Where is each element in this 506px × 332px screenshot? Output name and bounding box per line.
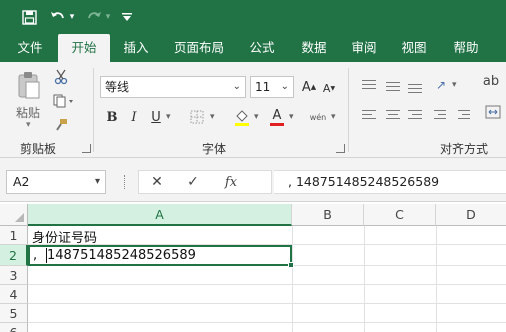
font-launcher-icon[interactable] [336, 144, 345, 153]
tab-insert[interactable]: 插入 [114, 34, 158, 62]
column-header-c[interactable]: C [364, 204, 436, 226]
customize-icon[interactable] [118, 6, 136, 28]
phonetic-guide-button[interactable]: wén [306, 106, 330, 128]
row-header-1[interactable]: 1 [0, 226, 28, 245]
paste-label[interactable]: 粘贴 [16, 104, 40, 121]
fill-color-icon[interactable] [232, 106, 252, 128]
paste-dropdown-icon[interactable]: ▾ [26, 120, 31, 130]
borders-dropdown-icon[interactable]: ▾ [210, 112, 215, 122]
bold-button[interactable]: B [104, 108, 120, 126]
clipboard-group-label: 剪贴板 [20, 142, 57, 156]
row-header-4[interactable]: 4 [0, 285, 28, 304]
column-header-a[interactable]: A [28, 204, 292, 226]
tab-page-layout[interactable]: 页面布局 [166, 34, 232, 62]
gridline [292, 226, 293, 332]
gridline [28, 303, 506, 304]
title-bar: ▾ ▾ [0, 0, 506, 34]
gridline [28, 322, 506, 323]
borders-icon[interactable] [188, 108, 206, 126]
redo-icon [84, 6, 104, 28]
fill-handle[interactable] [288, 262, 294, 268]
undo-dropdown-icon[interactable]: ▾ [67, 6, 77, 28]
gridline [364, 226, 365, 332]
orientation-dropdown-icon[interactable]: ▾ [452, 80, 457, 90]
save-icon[interactable] [18, 6, 40, 28]
group-divider [348, 68, 349, 152]
tab-file[interactable]: 文件 [8, 34, 52, 62]
font-color-button[interactable]: A [268, 106, 286, 128]
formula-input[interactable]: , 148751485248526589 [274, 170, 506, 194]
paste-icon[interactable] [14, 68, 44, 102]
orientation-icon[interactable]: ↗ [432, 76, 450, 94]
fill-color-dropdown-icon[interactable]: ▾ [254, 112, 259, 122]
row-header-6[interactable]: 6 [0, 323, 28, 332]
insert-function-button[interactable]: fx [219, 172, 243, 192]
wrap-text-icon[interactable]: ab [482, 70, 500, 92]
row-header-3[interactable]: 3 [0, 266, 28, 285]
redo-dropdown-icon: ▾ [105, 12, 111, 22]
formula-bar: A2 ▾ ✕ ✓ fx , 148751485248526589 [0, 158, 506, 202]
grow-font-button[interactable]: A ▲ [300, 76, 318, 98]
format-painter-icon[interactable] [52, 116, 70, 134]
group-divider [93, 68, 94, 152]
splitter-handle[interactable] [124, 175, 126, 189]
clipboard-launcher-icon[interactable] [82, 144, 91, 153]
cell-a1[interactable]: 身份证号码 [32, 227, 97, 246]
font-name-select[interactable]: 等线 ⌄ [100, 76, 246, 98]
column-header-d[interactable]: D [436, 204, 506, 226]
row-header-5[interactable]: 5 [0, 304, 28, 323]
copy-icon[interactable] [52, 92, 76, 110]
font-group-label: 字体 [202, 142, 227, 156]
formula-buttons: ✕ ✓ fx [138, 170, 272, 194]
font-color-dropdown-icon[interactable]: ▾ [289, 112, 294, 122]
gridline [436, 226, 437, 332]
font-color-bar [270, 122, 284, 126]
merge-center-icon[interactable] [484, 102, 502, 122]
enter-icon[interactable]: ✓ [183, 172, 203, 192]
undo-icon[interactable] [48, 6, 68, 28]
phonetic-dropdown-icon[interactable]: ▾ [331, 112, 336, 122]
underline-dropdown-icon[interactable]: ▾ [166, 112, 171, 122]
font-size-select[interactable]: 11 ⌄ [250, 76, 294, 98]
italic-button[interactable]: I [126, 108, 142, 126]
cut-icon[interactable] [52, 68, 70, 86]
select-all-button[interactable] [0, 204, 28, 226]
tab-home[interactable]: 开始 [58, 34, 110, 62]
name-box[interactable]: A2 ▾ [6, 170, 106, 194]
ribbon-tabs: 文件 开始 插入 页面布局 公式 数据 审阅 视图 帮助 [0, 34, 506, 62]
worksheet-grid: A B C D 1 2 3 4 5 6 身份证号码 , 148751485248… [0, 204, 506, 332]
cancel-icon[interactable]: ✕ [147, 172, 167, 192]
alignment-group-label: 对齐方式 [440, 142, 489, 156]
tab-review[interactable]: 审阅 [342, 34, 386, 62]
column-header-b[interactable]: B [292, 204, 364, 226]
ribbon: 粘贴 ▾ 剪贴板 等线 ⌄ 11 ⌄ A ▲ A ▼ B I U ▾ ▾ ▾ A ▾ w… [0, 62, 506, 158]
tab-help[interactable]: 帮助 [444, 34, 488, 62]
tab-view[interactable]: 视图 [392, 34, 436, 62]
shrink-font-button[interactable]: A ▼ [320, 78, 338, 98]
tab-data[interactable]: 数据 [292, 34, 336, 62]
row-header-2[interactable]: 2 [0, 245, 28, 266]
text-cursor [46, 248, 47, 263]
underline-button[interactable]: U [148, 108, 164, 126]
gridline [28, 284, 506, 285]
tab-formulas[interactable]: 公式 [240, 34, 284, 62]
active-cell-border [28, 245, 292, 266]
